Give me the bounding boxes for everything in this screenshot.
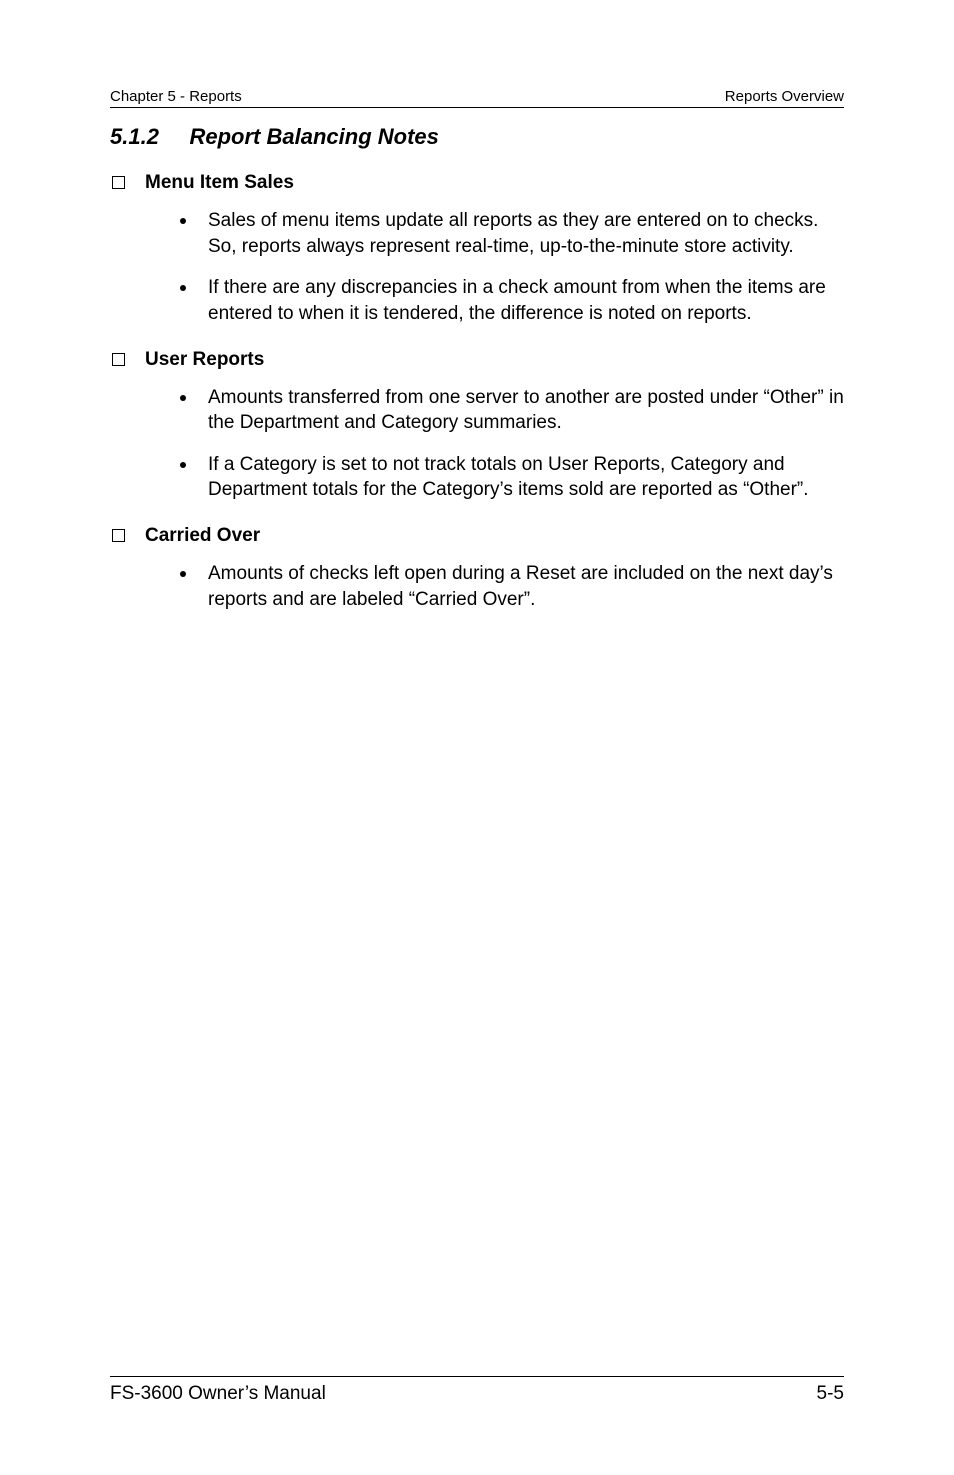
list-item: Sales of menu items update all reports a… [180,208,844,259]
bullet-icon [180,395,186,401]
group-user-reports: User Reports Amounts transferred from on… [110,349,844,504]
section-title: 5.1.2 Report Balancing Notes [110,124,844,150]
group-carried-over: Carried Over Amounts of checks left open… [110,525,844,612]
checkbox-icon [112,529,125,542]
checkbox-icon [112,176,125,189]
list-item: If there are any discrepancies in a chec… [180,275,844,326]
page-header: Chapter 5 - Reports Reports Overview [110,88,844,108]
group-menu-item-sales: Menu Item Sales Sales of menu items upda… [110,172,844,327]
footer-right: 5-5 [817,1383,844,1405]
header-right: Reports Overview [725,88,844,105]
bullet-text: Amounts transferred from one server to a… [208,385,844,436]
bullet-icon [180,571,186,577]
sub-heading: User Reports [145,349,264,371]
page-footer: FS-3600 Owner’s Manual 5-5 [110,1376,844,1405]
list-item: Amounts transferred from one server to a… [180,385,844,436]
bullet-text: If there are any discrepancies in a chec… [208,275,844,326]
bullet-icon [180,462,186,468]
bullet-text: Amounts of checks left open during a Res… [208,561,844,612]
header-left: Chapter 5 - Reports [110,88,242,105]
section-heading: Report Balancing Notes [190,124,439,149]
bullet-text: Sales of menu items update all reports a… [208,208,844,259]
section-number: 5.1.2 [110,124,159,149]
footer-left: FS-3600 Owner’s Manual [110,1383,326,1405]
bullet-icon [180,218,186,224]
bullet-text: If a Category is set to not track totals… [208,452,844,503]
list-item: Amounts of checks left open during a Res… [180,561,844,612]
bullet-icon [180,285,186,291]
sub-heading: Carried Over [145,525,260,547]
sub-heading: Menu Item Sales [145,172,294,194]
list-item: If a Category is set to not track totals… [180,452,844,503]
checkbox-icon [112,353,125,366]
